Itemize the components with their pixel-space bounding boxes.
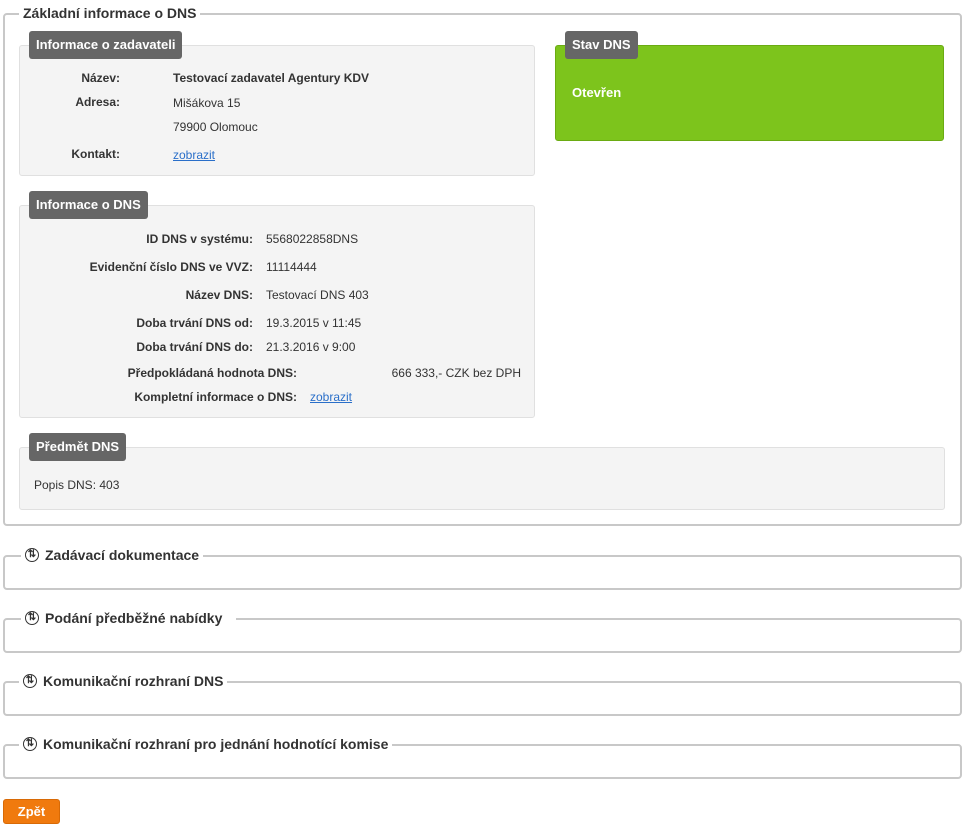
dns-to-label: Doba trvání DNS do:	[136, 340, 253, 354]
section-dns-communication-label: Komunikační rozhraní DNS	[43, 673, 224, 689]
dns-name-label: Název DNS:	[185, 288, 253, 302]
submitter-tag: Informace o zadavateli	[29, 31, 183, 59]
dns-from-label: Doba trvání DNS od:	[136, 316, 253, 330]
dns-full-info-label: Kompletní informace o DNS:	[134, 390, 297, 404]
submitter-address-line1: Mišákova 15	[173, 96, 241, 110]
subject-text: Popis DNS: 403	[34, 478, 120, 492]
section-dns-communication-toggle[interactable]: ⇅ Komunikační rozhraní DNS	[19, 672, 228, 690]
dns-expected-value-label: Předpokládaná hodnota DNS:	[127, 366, 297, 380]
section-committee-communication-toggle[interactable]: ⇅ Komunikační rozhraní pro jednání hodno…	[19, 735, 393, 753]
dns-name-value: Testovací DNS 403	[266, 288, 369, 302]
dns-from-value: 19.3.2015 v 11:45	[266, 316, 362, 330]
dns-full-info-link[interactable]: zobrazit	[310, 390, 352, 404]
status-value: Otevřen	[572, 85, 622, 100]
section-committee-communication-label: Komunikační rozhraní pro jednání hodnotí…	[43, 736, 389, 752]
submitter-contact-label: Kontakt:	[71, 147, 120, 161]
submitter-address-line2: 79900 Olomouc	[173, 120, 258, 134]
dns-expected-value: 666 333,- CZK bez DPH	[391, 366, 521, 380]
subject-panel	[19, 447, 945, 510]
submitter-address-label: Adresa:	[75, 95, 120, 109]
dns-to-value: 21.3.2016 v 9:00	[266, 340, 356, 354]
expand-toggle-icon: ⇅	[23, 737, 37, 751]
section-tender-docs-label: Zadávací dokumentace	[45, 547, 200, 563]
dns-id-label: ID DNS v systému:	[146, 232, 253, 246]
submitter-contact-link[interactable]: zobrazit	[173, 148, 215, 162]
submitter-name-value: Testovací zadavatel Agentury KDV	[173, 71, 370, 85]
back-button[interactable]: Zpět	[3, 799, 60, 824]
expand-toggle-icon: ⇅	[25, 548, 39, 562]
section-preliminary-offer-label: Podání předběžné nabídky	[45, 610, 223, 626]
section-preliminary-offer-toggle[interactable]: ⇅ Podání předběžné nabídky	[21, 609, 237, 627]
basic-info-legend: Základní informace o DNS	[19, 4, 201, 22]
dns-vvz-value: 11114444	[266, 260, 317, 274]
status-tag: Stav DNS	[565, 31, 638, 59]
expand-toggle-icon: ⇅	[25, 611, 39, 625]
expand-toggle-icon: ⇅	[23, 674, 37, 688]
dns-info-tag: Informace o DNS	[29, 191, 148, 219]
dns-id-value: 5568022858DNS	[266, 232, 359, 246]
submitter-name-label: Název:	[81, 71, 120, 85]
subject-tag: Předmět DNS	[29, 433, 127, 461]
section-tender-docs-toggle[interactable]: ⇅ Zadávací dokumentace	[21, 546, 204, 564]
dns-vvz-label: Evidenční číslo DNS ve VVZ:	[89, 260, 253, 274]
